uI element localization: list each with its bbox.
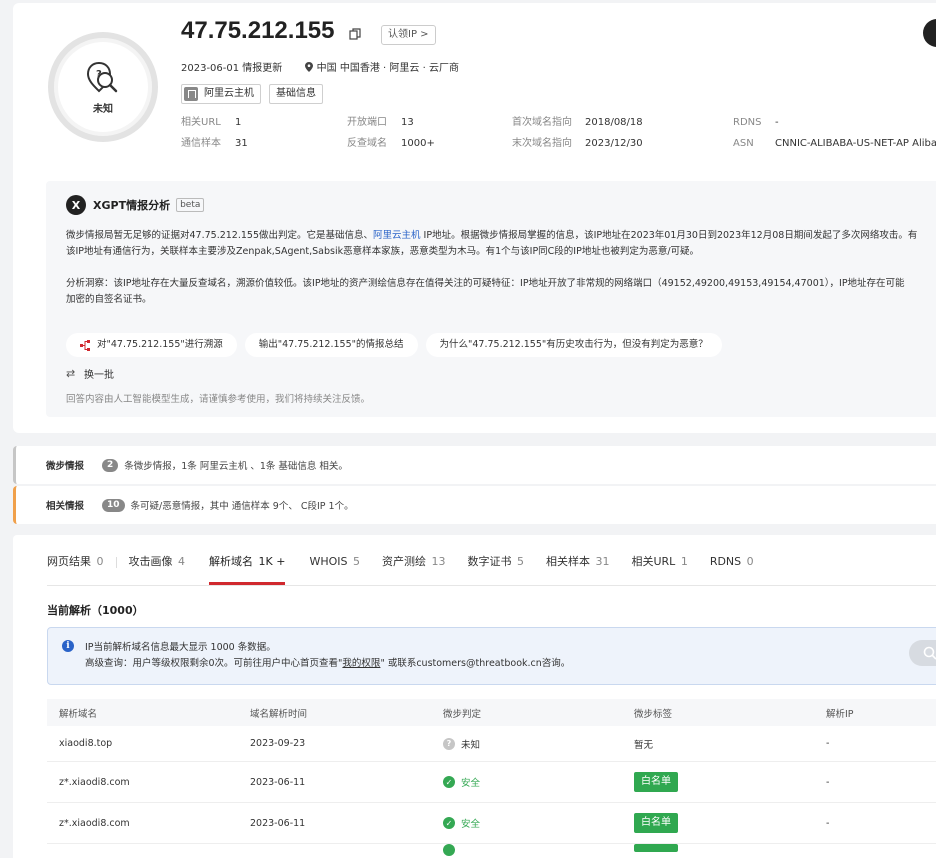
xgpt-summary-line-2: 该IP地址有通信行为，关联样本主要涉及Zenpak,SAgent,Sabsik恶… xyxy=(66,246,700,257)
suggested-questions: 对"47.75.212.155"进行溯源 输出"47.75.212.155"的情… xyxy=(66,333,722,357)
my-permissions-link[interactable]: 我的权限 xyxy=(342,658,380,669)
copy-icon[interactable] xyxy=(349,28,361,40)
rdns-value: - xyxy=(775,117,779,128)
domain-cell[interactable]: z*.xiaodi8.com xyxy=(47,818,238,829)
table-row-partial xyxy=(47,844,936,858)
stats-col-4: RDNS - ASN CNNIC-ALIBABA-US-NET-AP Alibaba xyxy=(733,116,936,158)
xgpt-analysis-panel: X XGPT情报分析 beta 微步情报局暂无足够的证据对47.75.212.1… xyxy=(46,181,936,417)
tab-whois[interactable]: WHOIS 5 xyxy=(309,551,360,585)
table-header: 解析域名 域名解析时间 微步判定 微步标签 解析IP xyxy=(47,699,936,726)
tabs-divider xyxy=(47,585,936,586)
floating-action-button[interactable] xyxy=(923,19,936,47)
xgpt-summary-line-1: 微步情报局暂无足够的证据对47.75.212.155做出判定。它是基础信息、阿里… xyxy=(66,230,918,241)
xgpt-header: X XGPT情报分析 beta xyxy=(66,195,205,215)
ip-address-title: 47.75.212.155 xyxy=(181,17,335,44)
info-icon: i xyxy=(62,640,74,652)
unknown-icon: ? xyxy=(443,737,455,750)
unknown-search-icon: ? xyxy=(86,61,118,92)
related-url-count[interactable]: 1 xyxy=(235,116,241,130)
tag-basic-info[interactable]: 基础信息 xyxy=(269,84,323,104)
verdict-label: 未知 xyxy=(93,103,113,115)
tab-certificates[interactable]: 数字证书 5 xyxy=(467,551,524,585)
refresh-questions-button[interactable]: 换一批 xyxy=(84,366,114,381)
first-domain-date: 2018/08/18 xyxy=(585,117,643,128)
tab-web-results[interactable]: 网页结果 0 xyxy=(47,551,104,585)
notice-line-1: IP当前解析域名信息最大显示 1000 条数据。 xyxy=(85,642,276,653)
whitelist-tag xyxy=(634,844,678,852)
table-row[interactable]: z*.xiaodi8.com 2023-06-11 ✓ 安全 白名单 - xyxy=(47,803,936,844)
domain-cell[interactable]: xiaodi8.top xyxy=(47,738,238,749)
ai-disclaimer: 回答内容由人工智能模型生成，请谨慎参考使用，我们将持续关注反馈。 xyxy=(66,394,371,405)
check-icon xyxy=(443,844,455,856)
table-row[interactable]: xiaodi8.top 2023-09-23 ? 未知 暂无 - xyxy=(47,726,936,762)
search-icon xyxy=(923,646,936,660)
question-trace-button[interactable]: 对"47.75.212.155"进行溯源 xyxy=(66,333,237,357)
beta-badge: beta xyxy=(176,198,205,212)
tab-asset-mapping[interactable]: 资产测绘 13 xyxy=(382,551,446,585)
reverse-domain-count[interactable]: 1000+ xyxy=(401,137,435,151)
tab-related-samples[interactable]: 相关样本 31 xyxy=(546,551,610,585)
stats-col-3: 首次域名指向 2018/08/18 末次域名指向 2023/12/30 xyxy=(512,117,643,149)
related-count-badge: 10 xyxy=(102,498,125,512)
notice-line-2: 高级查询：用户等级权限剩余0次。可前往用户中心首页查看"我的权限" 或联系cus… xyxy=(85,658,571,669)
resolved-domains-table: 解析域名 域名解析时间 微步判定 微步标签 解析IP xiaodi8.top 2… xyxy=(47,699,936,858)
check-icon: ✓ xyxy=(443,817,455,829)
related-intel-row[interactable]: 相关情报 10 条可疑/恶意情报，其中 通信样本 9个、 C段IP 1个。 xyxy=(13,486,936,524)
whitelist-tag: 白名单 xyxy=(634,813,678,833)
bookmark-icon xyxy=(184,87,198,101)
tab-rdns[interactable]: RDNS 0 xyxy=(710,551,754,585)
xgpt-insight-line-1: 分析洞察：该IP地址存在大量反查域名，溯源价值较低。该IP地址的资产测绘信息存在… xyxy=(66,278,905,289)
tag-aliyun-host[interactable]: 阿里云主机 xyxy=(181,84,261,104)
update-date: 2023-06-01 情报更新 xyxy=(181,63,283,74)
location-text: 中国 中国香港 xyxy=(316,63,380,74)
domain-cell[interactable]: z*.xiaodi8.com xyxy=(47,777,238,788)
detail-tabs: 网页结果 0 攻击画像 4 解析域名 1K + WHOIS 5 资产测绘 13 … xyxy=(47,551,754,585)
provider-text: 阿里云 · 云厂商 xyxy=(389,63,459,74)
xgpt-logo-icon: X xyxy=(66,195,86,215)
tab-related-url[interactable]: 相关URL 1 xyxy=(631,551,687,585)
page: ? 未知 47.75.212.155 认领IP > 2023-06-01 情报更… xyxy=(0,0,936,858)
intel-count-badge: 2 xyxy=(102,458,119,472)
question-summary-button[interactable]: 输出"47.75.212.155"的情报总结 xyxy=(244,333,418,357)
open-port-count[interactable]: 13 xyxy=(401,116,414,130)
check-icon: ✓ xyxy=(443,776,455,788)
current-resolution-title: 当前解析（1000） xyxy=(47,604,144,617)
stats-col-1: 相关URL 1 通信样本 31 xyxy=(181,116,248,151)
ip-overview-card: ? 未知 47.75.212.155 认领IP > 2023-06-01 情报更… xyxy=(13,3,936,433)
tab-resolved-domains[interactable]: 解析域名 1K + xyxy=(209,551,286,585)
threatbook-intel-row[interactable]: 微步情报 2 条微步情报，1条 阿里云主机 、1条 基础信息 相关。 xyxy=(13,446,936,484)
sample-count[interactable]: 31 xyxy=(235,137,248,151)
last-domain-date: 2023/12/30 xyxy=(585,138,643,149)
detail-section: 网页结果 0 攻击画像 4 解析域名 1K + WHOIS 5 资产测绘 13 … xyxy=(13,535,936,858)
tag-list: 阿里云主机 基础信息 xyxy=(181,84,323,104)
limit-notice: i IP当前解析域名信息最大显示 1000 条数据。 高级查询：用户等级权限剩余… xyxy=(47,627,936,685)
meta-line: 2023-06-01 情报更新 中国 中国香港 · 阿里云 · 云厂商 xyxy=(181,62,459,74)
search-button[interactable] xyxy=(909,640,936,666)
refresh-icon[interactable]: ⇄ xyxy=(66,367,75,380)
location-pin-icon xyxy=(304,62,313,72)
asn-value: CNNIC-ALIBABA-US-NET-AP Alibaba xyxy=(775,138,936,149)
xgpt-insight-line-2: 加密的自签名证书。 xyxy=(66,294,152,305)
whitelist-tag: 白名单 xyxy=(634,772,678,792)
trace-icon xyxy=(80,339,90,351)
question-why-button[interactable]: 为什么"47.75.212.155"有历史攻击行为，但没有判定为恶意？ xyxy=(425,333,722,357)
verdict-circle: ? 未知 xyxy=(48,32,158,142)
xgpt-title: XGPT情报分析 xyxy=(93,199,171,212)
svg-text:?: ? xyxy=(96,69,102,80)
claim-ip-button[interactable]: 认领IP > xyxy=(381,25,436,45)
stats-col-2: 开放端口 13 反查域名 1000+ xyxy=(347,116,435,151)
tab-attack-profile[interactable]: 攻击画像 4 xyxy=(129,551,186,585)
table-row[interactable]: z*.xiaodi8.com 2023-06-11 ✓ 安全 白名单 - xyxy=(47,762,936,803)
aliyun-host-link[interactable]: 阿里云主机 xyxy=(373,230,421,241)
